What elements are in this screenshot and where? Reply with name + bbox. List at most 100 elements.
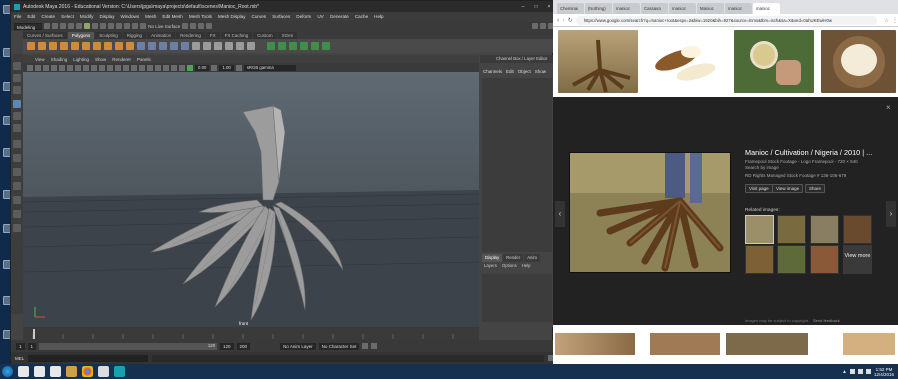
maya-titlebar[interactable]: Autodesk Maya 2016 - Educational Version… <box>11 1 554 12</box>
cb-menu-show[interactable]: Show <box>535 69 546 77</box>
target-weld-icon[interactable] <box>236 42 244 50</box>
paint-select-icon[interactable] <box>13 86 21 94</box>
shelf-tab-rendering[interactable]: Rendering <box>176 32 205 39</box>
wireframe-icon[interactable] <box>107 64 113 71</box>
poly-helix-icon[interactable] <box>115 42 123 50</box>
result-thumbnail[interactable] <box>821 30 896 93</box>
layer-tab-anim[interactable]: Anim <box>524 254 540 262</box>
separate-icon[interactable] <box>148 42 156 50</box>
poly-plane-icon[interactable] <box>82 42 90 50</box>
browser-tab-active[interactable]: manioc <box>753 3 780 14</box>
start-frame-field[interactable]: 1 <box>16 342 25 350</box>
vp-menu-renderer[interactable]: Renderer <box>112 57 131 62</box>
menu-icon[interactable]: ⋮ <box>892 17 898 24</box>
poly-sphere-icon[interactable] <box>27 42 35 50</box>
send-feedback-link[interactable]: Send feedback <box>813 318 840 323</box>
network-icon[interactable] <box>849 369 855 374</box>
window-icon[interactable] <box>98 366 109 377</box>
aa-icon[interactable] <box>163 64 169 71</box>
anim-prefs-icon[interactable] <box>371 343 378 349</box>
film-gate-icon[interactable] <box>67 64 73 71</box>
range-end-field[interactable]: 120 <box>220 342 234 350</box>
isolate-icon[interactable] <box>171 64 177 71</box>
save-scene-icon[interactable] <box>60 23 67 29</box>
layout-preset-icon[interactable] <box>13 210 21 218</box>
shadows-icon[interactable] <box>139 64 145 71</box>
gamma-field[interactable]: 1.00 <box>219 64 234 71</box>
uv-spherical-icon[interactable] <box>289 42 297 50</box>
smooth-icon[interactable] <box>159 42 167 50</box>
cb-menu-channels[interactable]: Channels <box>483 69 502 77</box>
view-more-button[interactable]: View more <box>843 245 872 274</box>
prev-image-icon[interactable]: ‹ <box>555 201 565 227</box>
visit-page-button[interactable]: Visit page <box>745 184 773 193</box>
edge-loop-icon[interactable] <box>247 42 255 50</box>
cb-menu-object[interactable]: Object <box>518 69 531 77</box>
file-icon[interactable] <box>34 366 45 377</box>
menu-file[interactable]: File <box>14 14 21 19</box>
menu-generate[interactable]: Generate <box>330 14 349 19</box>
smooth-shade-icon[interactable] <box>115 64 121 71</box>
menu-edit[interactable]: Edit <box>27 14 35 19</box>
maya-icon[interactable] <box>114 366 125 377</box>
menu-mesh-tools[interactable]: Mesh Tools <box>189 14 212 19</box>
hypershade-icon[interactable] <box>206 23 213 29</box>
uv-editor-icon[interactable] <box>311 42 319 50</box>
layout-preset-icon[interactable] <box>13 224 21 232</box>
view-transform-dropdown[interactable]: sRGB gamma <box>243 64 296 71</box>
scale-tool-icon[interactable] <box>13 124 21 132</box>
safe-action-icon[interactable] <box>99 64 105 71</box>
single-view-icon[interactable] <box>13 140 21 148</box>
lasso-tool-icon[interactable] <box>13 74 21 82</box>
select-mode-icon[interactable] <box>92 23 99 29</box>
select-mode-icon[interactable] <box>100 23 107 29</box>
result-thumbnail[interactable] <box>646 30 726 93</box>
rotate-tool-icon[interactable] <box>13 112 21 120</box>
result-thumbnail[interactable] <box>650 333 720 355</box>
menu-mesh-display[interactable]: Mesh Display <box>218 14 246 19</box>
range-start-field[interactable]: 1 <box>27 342 37 350</box>
four-view-icon[interactable] <box>13 154 21 162</box>
related-thumbnail[interactable] <box>777 245 806 274</box>
shelf-tab-polygons[interactable]: Polygons <box>67 32 95 39</box>
snap-surface-icon[interactable] <box>132 23 139 29</box>
layer-tab-render[interactable]: Render <box>503 254 524 262</box>
xray-icon[interactable] <box>179 64 185 71</box>
time-slider[interactable] <box>23 327 479 340</box>
auto-key-icon[interactable] <box>362 343 369 349</box>
browser-tab[interactable]: Cassava <box>641 3 668 14</box>
snap-grid-icon[interactable] <box>108 23 115 29</box>
back-icon[interactable]: ‹ <box>557 17 559 24</box>
menu-help[interactable]: Help <box>374 14 383 19</box>
related-thumbnail[interactable] <box>745 215 774 244</box>
result-thumbnail[interactable] <box>734 30 814 93</box>
perspective-viewport[interactable] <box>23 72 479 327</box>
tray-arrow-icon[interactable]: ▲ <box>842 369 847 375</box>
volume-icon[interactable] <box>857 369 863 374</box>
camera-icon[interactable] <box>27 64 33 71</box>
layer-menu-help[interactable]: Help <box>522 263 531 268</box>
exposure-icon[interactable] <box>187 64 193 71</box>
uv-planar-icon[interactable] <box>267 42 275 50</box>
field-chart-icon[interactable] <box>91 64 97 71</box>
vp-menu-panels[interactable]: Panels <box>137 57 151 62</box>
open-scene-icon[interactable] <box>52 23 59 29</box>
shelf-tab-fx[interactable]: FX <box>205 32 220 39</box>
bookmark-icon[interactable] <box>43 64 49 71</box>
mel-label[interactable]: MEL <box>15 356 24 361</box>
render-settings-icon[interactable] <box>198 23 205 29</box>
search-by-image-link[interactable]: Search by image <box>745 165 779 170</box>
lights-icon[interactable] <box>131 64 137 71</box>
menu-deform[interactable]: Deform <box>296 14 311 19</box>
menu-cache[interactable]: Cache <box>355 14 368 19</box>
select-tool-icon[interactable] <box>13 62 21 70</box>
poly-platonic-icon[interactable] <box>104 42 112 50</box>
mirror-icon[interactable] <box>181 42 189 50</box>
command-input[interactable] <box>28 354 149 362</box>
menu-create[interactable]: Create <box>41 14 55 19</box>
shelf-tab-rigging[interactable]: Rigging <box>122 32 147 39</box>
textured-icon[interactable] <box>123 64 129 71</box>
layout-preset-icon[interactable] <box>13 196 21 204</box>
star-icon[interactable]: ☆ <box>884 17 889 24</box>
end-frame-field[interactable]: 200 <box>236 342 251 350</box>
